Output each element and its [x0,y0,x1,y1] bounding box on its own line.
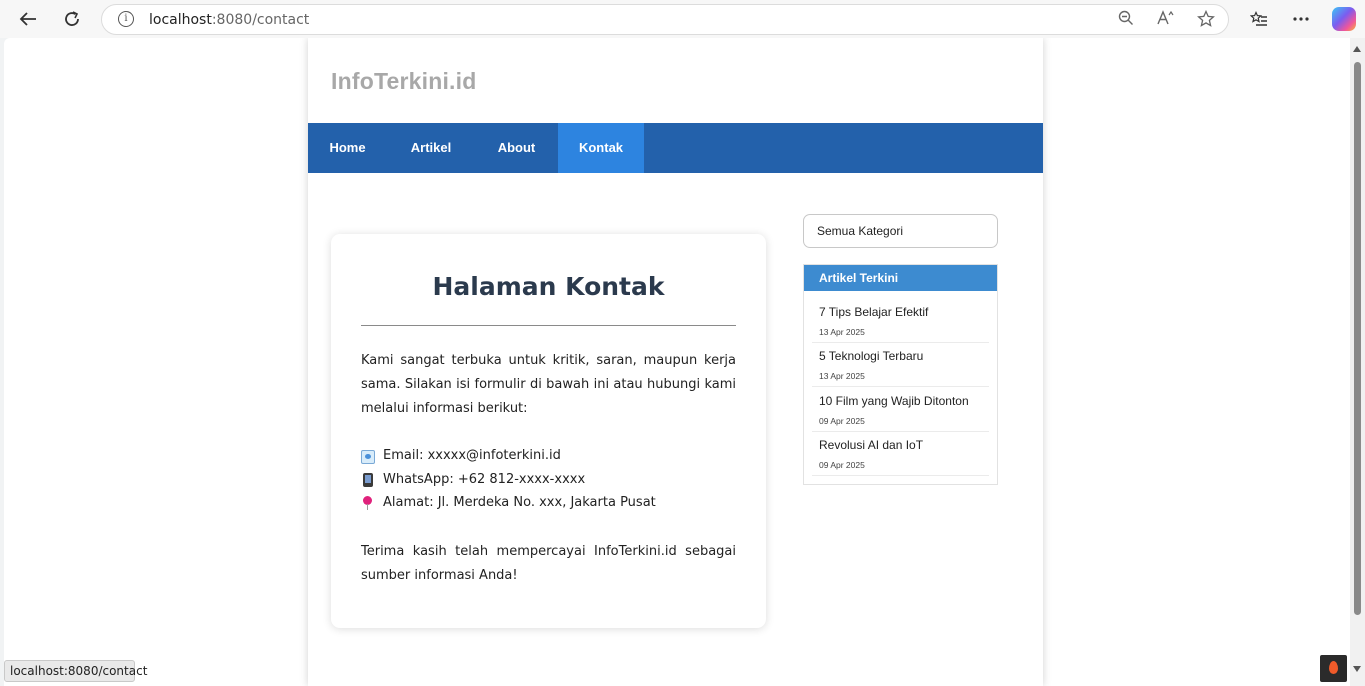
back-arrow-icon[interactable] [14,6,42,32]
site-info-icon[interactable]: i [118,11,134,27]
contact-email: Email: xxxxx@infoterkini.id [361,446,561,466]
address-bar[interactable]: i localhost:8080/contact [101,4,1229,35]
nav-about[interactable]: About [475,123,558,173]
browser-toolbar: i localhost:8080/contact [0,0,1365,38]
article-date: 09 Apr 2025 [819,460,865,470]
article-title[interactable]: Revolusi AI dan IoT [819,438,923,452]
address-text: Alamat: Jl. Merdeka No. xxx, Jakarta Pus… [383,495,656,510]
url-text[interactable]: localhost:8080/contact [149,12,309,28]
more-menu-icon[interactable] [1287,6,1315,32]
email-text: Email: xxxxx@infoterkini.id [383,448,561,463]
article-date: 13 Apr 2025 [819,327,865,337]
contact-intro: Kami sangat terbuka untuk kritik, saran,… [361,353,736,416]
site-container: InfoTerkini.id Home Artikel About Kontak… [308,38,1043,686]
nav-home[interactable]: Home [308,123,387,173]
scroll-down-arrow-icon[interactable] [1353,666,1361,672]
latest-articles-heading: Artikel Terkini [804,265,997,291]
latest-articles-box: Artikel Terkini 7 Tips Belajar Efektif 1… [803,264,998,485]
email-icon [361,450,375,464]
contact-card: Halaman Kontak Kami sangat terbuka untuk… [331,234,766,628]
contact-address: Alamat: Jl. Merdeka No. xxx, Jakarta Pus… [361,493,656,513]
title-divider [361,325,736,326]
read-aloud-icon[interactable] [1155,10,1177,30]
extension-flame-icon[interactable] [1320,655,1347,682]
contact-closing: Terima kasih telah mempercayai InfoTerki… [361,544,736,583]
favorites-list-icon[interactable] [1245,6,1273,32]
whatsapp-text: WhatsApp: +62 812-xxxx-xxxx [383,472,586,487]
page-viewport: InfoTerkini.id Home Artikel About Kontak… [4,38,1350,686]
zoom-out-icon[interactable] [1115,10,1137,30]
phone-icon [363,473,373,487]
main-nav: Home Artikel About Kontak [308,123,1043,173]
article-date: 13 Apr 2025 [819,371,865,381]
page-scrollbar[interactable] [1350,38,1365,686]
article-item[interactable]: 5 Teknologi Terbaru 13 Apr 2025 [812,343,989,387]
contact-whatsapp: WhatsApp: +62 812-xxxx-xxxx [361,470,585,490]
article-date: 09 Apr 2025 [819,416,865,426]
nav-kontak[interactable]: Kontak [558,123,644,173]
scroll-up-arrow-icon[interactable] [1353,46,1361,52]
refresh-icon[interactable] [58,6,86,32]
copilot-icon[interactable] [1332,7,1356,31]
scroll-thumb[interactable] [1354,62,1361,615]
site-logo[interactable]: InfoTerkini.id [331,68,476,95]
favorite-star-icon[interactable] [1195,9,1217,30]
article-title[interactable]: 7 Tips Belajar Efektif [819,305,928,319]
status-url-bubble: localhost:8080/contact [4,660,147,682]
article-item[interactable]: 7 Tips Belajar Efektif 13 Apr 2025 [812,299,989,343]
article-title[interactable]: 10 Film yang Wajib Ditonton [819,394,969,408]
article-title[interactable]: 5 Teknologi Terbaru [819,349,923,363]
nav-artikel[interactable]: Artikel [387,123,475,173]
page-title: Halaman Kontak [432,272,665,301]
article-item[interactable]: Revolusi AI dan IoT 09 Apr 2025 [812,432,989,476]
article-item[interactable]: 10 Film yang Wajib Ditonton 09 Apr 2025 [812,388,989,432]
location-pin-icon [363,495,372,510]
category-select[interactable]: Semua Kategori [803,214,998,248]
